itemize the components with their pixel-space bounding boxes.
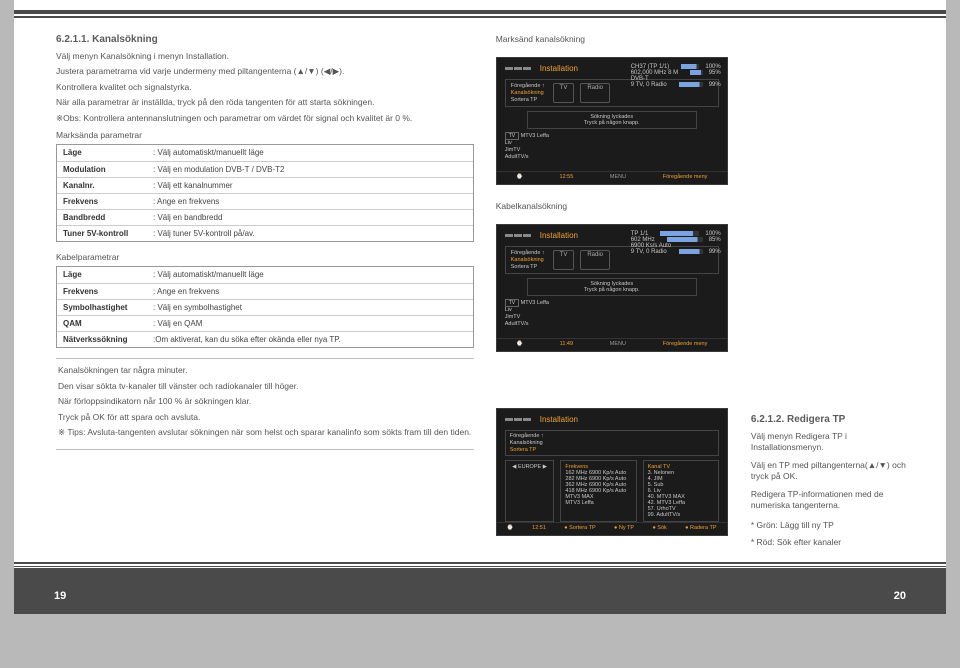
section-heading-far: 6.2.1.2. Redigera TP (751, 414, 916, 425)
right-column: Marksänd kanalsökning Installation CH37 … (496, 34, 729, 553)
channel-list: TV MTV3 Leffa Liv JimTV AdultTV/s (505, 300, 719, 327)
top-divider (14, 10, 946, 18)
message-box: Sökning lyckadesTryck på någon knapp. (527, 278, 697, 296)
table-row: Läge: Välj automatiskt/manuellt läge (57, 144, 473, 160)
lower-line: Kanalsökningen tar några minuter. (58, 365, 472, 376)
message-box: Sökning lyckadesTryck på någon knapp. (527, 111, 697, 129)
intro-line: ※Obs: Kontrollera antennanslutningen och… (56, 113, 474, 124)
menu-dots-icon (505, 417, 532, 423)
table-row: Modulation: Välj en modulation DVB-T / D… (57, 161, 473, 177)
screenshot-cable: Installation TP 1/1100% 602 MHz85% 6900 … (496, 224, 728, 352)
shot-footer: ⌚12:55MENUFöregående meny (497, 171, 727, 182)
far-line: Välj menyn Redigera TP i Installationsme… (751, 431, 916, 454)
menu-dots-icon (505, 233, 532, 239)
tab-tv: TV (553, 250, 575, 270)
table-row: Bandbredd: Välj en bandbredd (57, 209, 473, 225)
intro-line: Kontrollera kvalitet och signalstyrka. (56, 82, 474, 93)
table-row: Frekvens: Ange en frekvens (57, 283, 473, 299)
far-line: Välj en TP med piltangenterna(▲/▼) och t… (751, 460, 916, 483)
table-row: QAM: Välj en QAM (57, 315, 473, 331)
far-line: * Röd: Sök efter kanaler (751, 537, 916, 548)
page: 6.2.1.1. Kanalsökning Välj menyn Kanalsö… (14, 0, 946, 614)
far-line: * Grön: Lägg till ny TP (751, 520, 916, 531)
lower-line: När förloppsindikatorn når 100 % är sökn… (58, 396, 472, 407)
tab-radio: Radio (580, 83, 610, 103)
tab-tv: TV (553, 83, 575, 103)
table-row: Läge: Välj automatiskt/manuellt läge (57, 266, 473, 282)
kabel-table: Läge: Välj automatiskt/manuellt läge Fre… (56, 266, 474, 348)
table-row: Frekvens: Ange en frekvens (57, 193, 473, 209)
shot-title: Installation (540, 64, 578, 73)
far-line: Redigera TP-informationen med de numeris… (751, 489, 916, 512)
marksanda-table: Läge: Välj automatiskt/manuellt läge Mod… (56, 144, 474, 242)
menu-dots-icon (505, 66, 532, 72)
lower-line: ※ Tips: Avsluta-tangenten avslutar sökni… (58, 427, 472, 438)
region-col: ◀ EUROPE ▶ (505, 460, 555, 522)
kabel-heading: Kabelparametrar (56, 252, 474, 262)
screenshot-caption: Kabelkanalsökning (496, 201, 729, 211)
shot-title: Installation (540, 231, 578, 240)
section-heading: 6.2.1.1. Kanalsökning (56, 34, 474, 45)
table-row: Tuner 5V-kontroll: Välj tuner 5V-kontrol… (57, 225, 473, 241)
lower-block: Kanalsökningen tar några minuter. Den vi… (56, 358, 474, 449)
page-number-left: 19 (54, 590, 66, 602)
channel-list: TV MTV3 Leffa Liv JimTV AdultTV/s (505, 133, 719, 160)
signal-info: CH37 (TP 1/1)100% 602,000 MHz 8 M95% DVB… (631, 64, 721, 88)
shot-footer: ⌚12:51 ● Sortera TP ● Ny TP ● Sök ● Rade… (497, 522, 727, 533)
signal-info: TP 1/1100% 602 MHz85% 6900 Ks/s Auto 9 T… (631, 231, 721, 255)
freq-col: Frekvens 162 MHz 6900 Kp/s Auto 282 MHz … (560, 460, 636, 522)
page-footer: 19 20 (14, 568, 946, 614)
lower-line: Den visar sökta tv-kanaler till vänster … (58, 381, 472, 392)
lower-line: Tryck på OK för att spara och avsluta. (58, 412, 472, 423)
left-menu: Föregående ↑ Kanalsökning Sortera TP (510, 433, 714, 453)
marksanda-heading: Marksända parametrar (56, 130, 474, 140)
left-menu: Föregående ↑ Kanalsökning Sortera TP (511, 250, 545, 270)
content-area: 6.2.1.1. Kanalsökning Välj menyn Kanalsö… (14, 24, 946, 553)
tab-radio: Radio (580, 250, 610, 270)
screenshot-caption: Marksänd kanalsökning (496, 34, 729, 44)
shot-title: Installation (540, 415, 578, 424)
tp-columns: ◀ EUROPE ▶ Frekvens 162 MHz 6900 Kp/s Au… (505, 460, 719, 522)
shot-footer: ⌚11:49MENUFöregående meny (497, 338, 727, 349)
left-column: 6.2.1.1. Kanalsökning Välj menyn Kanalsö… (56, 34, 474, 553)
screenshot-edit-tp: Installation Föregående ↑ Kanalsökning S… (496, 408, 728, 536)
intro-line: Justera parametrarna vid varje undermeny… (56, 66, 474, 77)
intro-line: När alla parametrar är inställda, tryck … (56, 97, 474, 108)
table-row: Kanalnr.: Välj ett kanalnummer (57, 177, 473, 193)
kanal-col: Kanal TV 3. Nelonen 4. JIM 5. Sub 6. Liv… (643, 460, 719, 522)
screenshot-terrestrial: Installation CH37 (TP 1/1)100% 602,000 M… (496, 57, 728, 185)
intro-line: Välj menyn Kanalsökning i menyn Installa… (56, 51, 474, 62)
table-row: Symbolhastighet: Välj en symbolhastighet (57, 299, 473, 315)
table-row: Nätverkssökning:Om aktiverat, kan du sök… (57, 331, 473, 347)
left-menu: Föregående ↑ Kanalsökning Sortera TP (511, 83, 545, 103)
far-right-column: 6.2.1.2. Redigera TP Välj menyn Redigera… (751, 34, 916, 553)
page-number-right: 20 (894, 590, 906, 602)
